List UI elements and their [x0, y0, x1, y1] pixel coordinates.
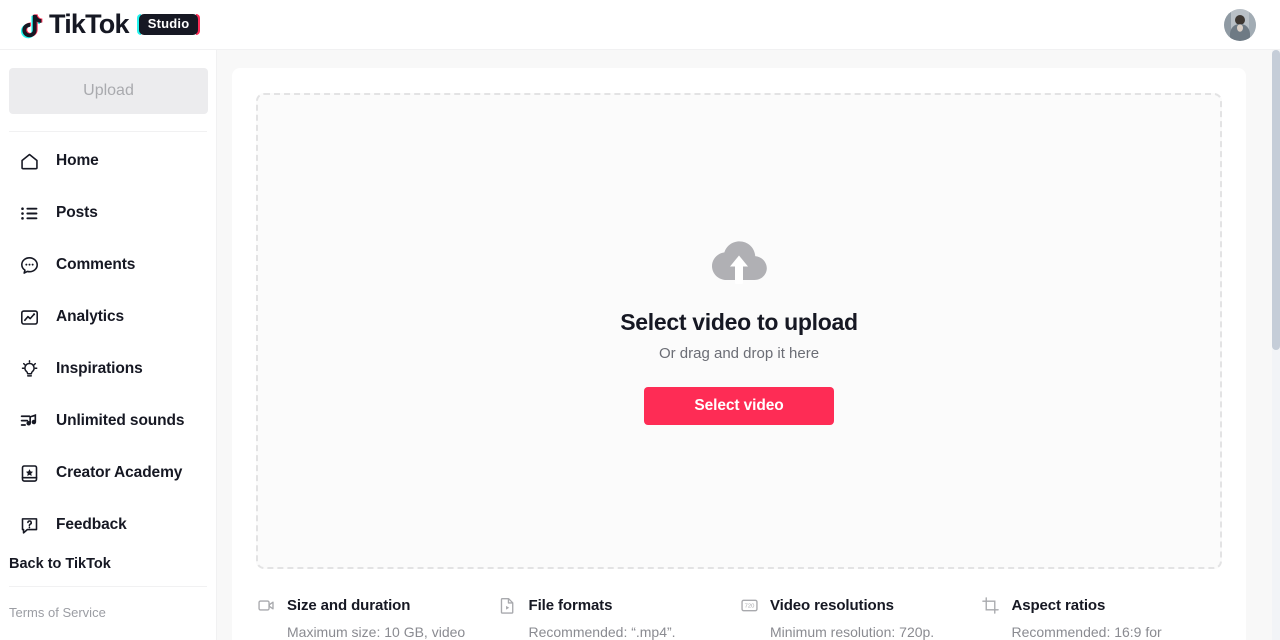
sidebar-item-unlimited-sounds[interactable]: Unlimited sounds — [9, 400, 207, 442]
info-title: Aspect ratios — [1011, 596, 1106, 614]
music-note-list-icon — [18, 410, 40, 432]
tiktok-logo: TikTok — [18, 9, 130, 40]
page-scrollbar-track[interactable] — [1272, 50, 1280, 640]
tiktok-note-icon — [20, 13, 43, 38]
info-description: Recommended: “.mp4”. Other — [528, 624, 676, 640]
studio-badge: Studio — [136, 13, 201, 36]
info-header: Size and duration — [256, 595, 472, 615]
info-file-formats: File formats Recommended: “.mp4”. Other — [498, 595, 740, 640]
page-scrollbar-thumb[interactable] — [1272, 50, 1280, 350]
sidebar-item-inspirations[interactable]: Inspirations — [9, 348, 207, 390]
avatar-photo — [1224, 8, 1256, 41]
analytics-chart-icon — [18, 306, 40, 328]
cloud-upload-icon — [708, 238, 770, 293]
video-camera-icon — [256, 595, 276, 615]
sidebar-item-label: Analytics — [56, 308, 125, 325]
sidebar-item-comments[interactable]: Comments — [9, 244, 207, 286]
video-dropzone[interactable]: Select video to upload Or drag and drop … — [256, 93, 1222, 569]
book-star-icon — [18, 462, 40, 484]
upload-requirements-row: Size and duration Maximum size: 10 GB, v… — [256, 595, 1222, 640]
sidebar-item-label: Inspirations — [56, 360, 143, 377]
avatar[interactable] — [1224, 8, 1256, 41]
info-description: Maximum size: 10 GB, video — [287, 624, 466, 640]
info-title: Video resolutions — [770, 596, 894, 614]
question-bubble-icon — [18, 514, 40, 536]
sidebar-item-creator-academy[interactable]: Creator Academy — [9, 452, 207, 494]
sidebar-item-label: Unlimited sounds — [56, 412, 185, 429]
info-description: Recommended: 16:9 for — [1011, 624, 1162, 640]
sidebar-item-feedback[interactable]: Feedback — [9, 504, 207, 546]
sidebar: Upload Home Posts Comments Analytics Ins… — [0, 50, 217, 640]
lightbulb-icon — [18, 358, 40, 380]
terms-of-service-link[interactable]: Terms of Service — [9, 605, 207, 620]
dropzone-subtitle: Or drag and drop it here — [658, 344, 820, 362]
top-bar-right — [1224, 8, 1256, 41]
upload-card: Select video to upload Or drag and drop … — [232, 68, 1246, 640]
svg-text:720: 720 — [744, 603, 755, 609]
resolution-720-icon: 720 — [739, 595, 759, 615]
info-header: 720 Video resolutions — [739, 595, 955, 615]
info-title: File formats — [528, 596, 613, 614]
sidebar-divider-bottom — [9, 586, 207, 587]
file-play-icon — [498, 595, 518, 615]
dropzone-title: Select video to upload — [620, 308, 858, 335]
top-bar: TikTok Studio — [0, 0, 1280, 50]
sidebar-item-home[interactable]: Home — [9, 140, 207, 182]
main-content: Select video to upload Or drag and drop … — [218, 50, 1280, 640]
list-icon — [18, 202, 40, 224]
info-aspect-ratios: Aspect ratios Recommended: 16:9 for — [981, 595, 1223, 640]
sidebar-item-label: Comments — [56, 256, 136, 273]
crop-icon — [981, 595, 1001, 615]
info-title: Size and duration — [287, 596, 411, 614]
upload-button[interactable]: Upload — [9, 68, 208, 114]
info-header: Aspect ratios — [981, 595, 1197, 615]
back-to-tiktok-link[interactable]: Back to TikTok — [9, 556, 207, 572]
sidebar-item-label: Posts — [56, 204, 98, 221]
info-video-resolutions: 720 Video resolutions Minimum resolution… — [739, 595, 981, 640]
info-size-and-duration: Size and duration Maximum size: 10 GB, v… — [256, 595, 498, 640]
comment-bubble-icon — [18, 254, 40, 276]
sidebar-item-label: Feedback — [56, 516, 127, 533]
sidebar-item-label: Creator Academy — [56, 464, 183, 481]
sidebar-nav: Home Posts Comments Analytics Inspiratio… — [9, 132, 207, 546]
home-icon — [18, 150, 40, 172]
brand-wordmark: TikTok — [49, 9, 130, 39]
brand-logo[interactable]: TikTok Studio — [18, 9, 201, 40]
sidebar-item-analytics[interactable]: Analytics — [9, 296, 207, 338]
sidebar-item-label: Home — [56, 152, 99, 169]
select-video-button[interactable]: Select video — [644, 386, 834, 425]
sidebar-item-posts[interactable]: Posts — [9, 192, 207, 234]
info-description: Minimum resolution: 720p. 2K — [770, 624, 935, 640]
info-header: File formats — [498, 595, 714, 615]
